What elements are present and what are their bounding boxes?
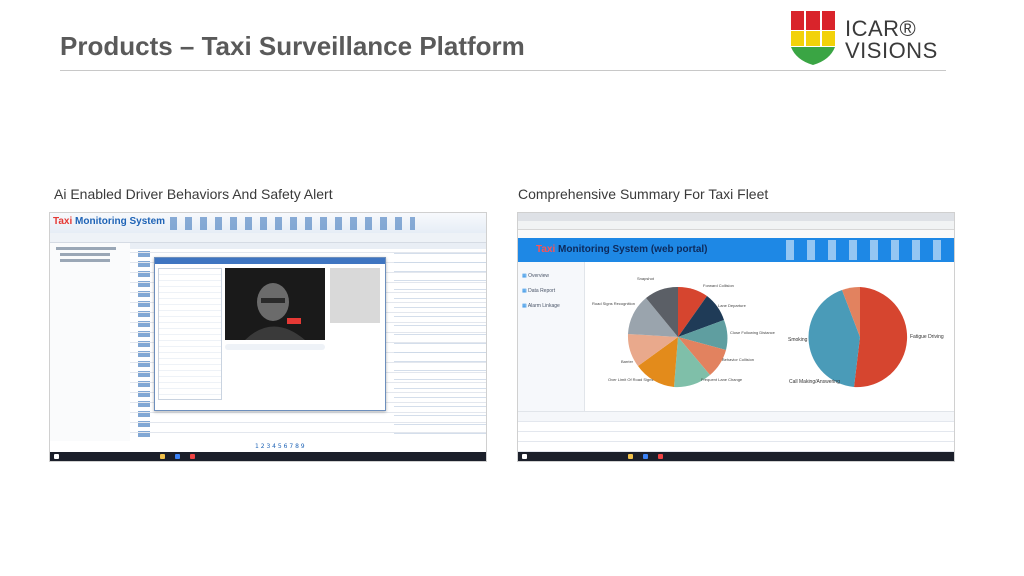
sidebar-item-data-report[interactable]: ▦ Data Report <box>522 288 555 294</box>
icar-visions-logo: ICAR® VISIONS <box>790 10 950 68</box>
browser-tabs <box>518 213 954 221</box>
windows-taskbar <box>518 452 954 461</box>
sidebar-item-overview[interactable]: ▦ Overview <box>522 273 549 279</box>
pie-chart-1 <box>627 286 728 388</box>
pie-chart-2 <box>808 286 908 388</box>
shield-logo-icon <box>791 11 835 65</box>
portal-title: Taxi Monitoring System (web portal) <box>536 244 708 255</box>
label-call-making: Call Making/Answering <box>789 379 840 385</box>
label-fatigue-driving: Fatigue Driving <box>910 334 944 340</box>
label-frequent-lane-change: Frequent Lane Change <box>701 377 743 382</box>
pagination-pages[interactable]: 1 2 3 4 5 6 7 8 9 <box>255 443 305 450</box>
title-divider <box>60 70 946 71</box>
label-smoking: Smoking <box>788 337 808 343</box>
browser-address-bar <box>518 221 954 230</box>
label-lane-departure: Lane Departure <box>718 303 746 308</box>
portal-nav-icons[interactable] <box>786 240 951 260</box>
label-behavior-collision: Behavior Collision <box>722 357 755 362</box>
fleet-summary-screenshot: Taxi Monitoring System (web portal) ▦ Ov… <box>517 212 955 462</box>
app-title-prefix: Taxi <box>53 216 73 227</box>
right-caption: Comprehensive Summary For Taxi Fleet <box>518 186 769 202</box>
windows-taskbar <box>50 452 486 461</box>
portal-title-rest: Monitoring System (web portal) <box>555 244 708 255</box>
driver-alert-screenshot: Taxi Monitoring System 1 2 3 4 5 6 7 8 9 <box>49 212 487 462</box>
left-caption: Ai Enabled Driver Behaviors And Safety A… <box>54 186 333 202</box>
sidebar-item-alarm-linkage[interactable]: ▦ Alarm Linkage <box>522 303 560 309</box>
label-road-signs: Road Signs Recognition <box>592 301 635 306</box>
portal-title-prefix: Taxi <box>536 244 556 255</box>
bookmarks-bar <box>518 230 954 238</box>
logo-text-line2: VISIONS <box>845 38 938 63</box>
driver-camera-view <box>225 268 325 340</box>
app-title-rest: Monitoring System <box>72 216 166 227</box>
toolbar-icons <box>170 217 415 230</box>
summary-table <box>518 411 954 452</box>
vehicle-tree <box>50 243 131 441</box>
label-close-following: Close Following Distance <box>730 330 775 335</box>
label-over-limit: Over Limit Of Road Signs <box>608 377 654 382</box>
filter-bar <box>50 233 486 243</box>
pagination[interactable]: 1 2 3 4 5 6 7 8 9 <box>255 435 305 453</box>
alarm-detail-dialog <box>154 257 386 411</box>
app-title: Taxi Monitoring System <box>53 216 165 227</box>
label-snapshot: Snapshot <box>637 276 654 281</box>
alarm-pie-charts <box>627 286 908 388</box>
pie2-slice-fatigue-driving <box>854 287 908 388</box>
label-barrier: Barrier <box>621 359 634 364</box>
page-title: Products – Taxi Surveillance Platform <box>60 31 525 61</box>
label-forward-collision: Forward Collision <box>703 283 734 288</box>
